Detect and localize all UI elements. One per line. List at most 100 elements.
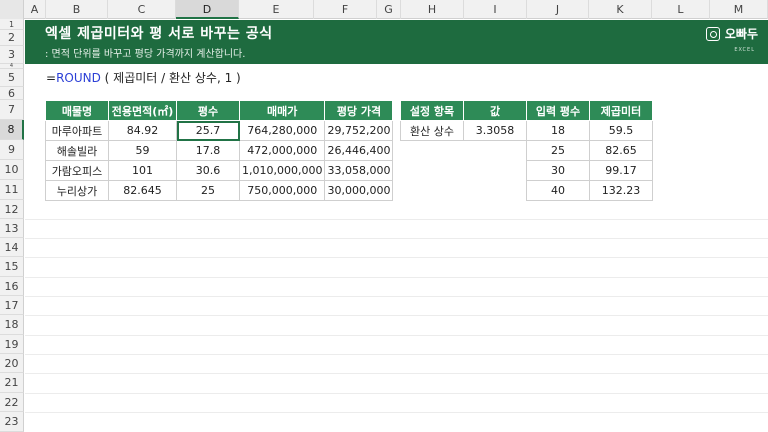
cell[interactable]: 25 bbox=[176, 180, 240, 201]
row-header-6[interactable]: 6 bbox=[0, 87, 24, 100]
header-property-name[interactable]: 매물명 bbox=[45, 100, 109, 121]
row-header-21[interactable]: 21 bbox=[0, 373, 24, 393]
cell[interactable]: 59 bbox=[108, 140, 177, 161]
header-price-per-pyeong[interactable]: 평당 가격 bbox=[324, 100, 394, 121]
row-header-1[interactable]: 1 bbox=[0, 19, 24, 30]
selected-cell[interactable]: 25.7 bbox=[176, 120, 240, 141]
cell[interactable]: 84.92 bbox=[108, 120, 177, 141]
formula-text[interactable]: =ROUND ( 제곱미터 / 환산 상수, 1 ) bbox=[46, 69, 241, 86]
formula-function: ROUND bbox=[56, 71, 101, 85]
column-header-h[interactable]: H bbox=[401, 0, 464, 19]
row-header-14[interactable]: 14 bbox=[0, 238, 24, 257]
header-price[interactable]: 매매가 bbox=[238, 100, 326, 121]
cell[interactable]: 누리상가 bbox=[45, 180, 109, 201]
row-header-11[interactable]: 11 bbox=[0, 180, 24, 200]
row-header-12[interactable]: 12 bbox=[0, 200, 24, 219]
cell[interactable]: 33,058,000 bbox=[324, 160, 394, 181]
cell[interactable]: 99.17 bbox=[589, 160, 653, 181]
header-value[interactable]: 값 bbox=[463, 100, 527, 121]
cell[interactable]: 26,446,400 bbox=[324, 140, 394, 161]
cell[interactable]: 30,000,000 bbox=[324, 180, 394, 201]
cell[interactable]: 환산 상수 bbox=[400, 120, 464, 141]
spreadsheet: A B C D E F G H I J K L M 1 2 3 4 5 6 7 … bbox=[0, 0, 768, 432]
row-header-20[interactable]: 20 bbox=[0, 354, 24, 373]
row-header-2[interactable]: 2 bbox=[0, 30, 24, 46]
cell[interactable]: 29,752,200 bbox=[324, 120, 394, 141]
cell[interactable]: 101 bbox=[108, 160, 177, 181]
column-header-j[interactable]: J bbox=[527, 0, 589, 19]
row-header-10[interactable]: 10 bbox=[0, 160, 24, 180]
cell[interactable]: 750,000,000 bbox=[238, 180, 326, 201]
table-row: 환산 상수 3.3058 bbox=[400, 120, 527, 141]
logo-subtext: EXCEL bbox=[734, 47, 755, 53]
table-row: 마루아파트 84.92 25.7 764,280,000 29,752,200 bbox=[45, 120, 394, 141]
table-row: 30 99.17 bbox=[526, 160, 653, 181]
gridline bbox=[25, 315, 768, 316]
column-header-e[interactable]: E bbox=[239, 0, 314, 19]
table-header-row: 입력 평수 제곱미터 bbox=[526, 100, 653, 121]
column-header-i[interactable]: I bbox=[464, 0, 527, 19]
row-header-19[interactable]: 19 bbox=[0, 335, 24, 354]
title-banner: 엑셀 제곱미터와 평 서로 바꾸는 공식 : 면적 단위를 바꾸고 평당 가격까… bbox=[25, 20, 768, 64]
row-header-18[interactable]: 18 bbox=[0, 315, 24, 335]
cell[interactable]: 해솔빌라 bbox=[45, 140, 109, 161]
cell[interactable]: 30.6 bbox=[176, 160, 240, 181]
row-header-16[interactable]: 16 bbox=[0, 277, 24, 296]
column-header-d[interactable]: D bbox=[176, 0, 239, 19]
row-header-22[interactable]: 22 bbox=[0, 393, 24, 412]
column-header-g[interactable]: G bbox=[377, 0, 401, 19]
gridline bbox=[25, 296, 768, 297]
cell[interactable]: 18 bbox=[526, 120, 590, 141]
cell[interactable]: 472,000,000 bbox=[238, 140, 326, 161]
cell[interactable]: 17.8 bbox=[176, 140, 240, 161]
header-setting-item[interactable]: 설정 항목 bbox=[400, 100, 464, 121]
cell[interactable]: 마루아파트 bbox=[45, 120, 109, 141]
gridline bbox=[25, 354, 768, 355]
gridline bbox=[25, 373, 768, 374]
column-header-b[interactable]: B bbox=[46, 0, 108, 19]
header-area[interactable]: 전용면적(㎡) bbox=[108, 100, 177, 121]
row-header-23[interactable]: 23 bbox=[0, 412, 24, 432]
cell[interactable]: 가람오피스 bbox=[45, 160, 109, 181]
table-row: 해솔빌라 59 17.8 472,000,000 26,446,400 bbox=[45, 140, 394, 161]
row-header-13[interactable]: 13 bbox=[0, 219, 24, 238]
column-header-k[interactable]: K bbox=[589, 0, 652, 19]
cell[interactable]: 1,010,000,000 bbox=[238, 160, 326, 181]
column-header-a[interactable]: A bbox=[24, 0, 46, 19]
property-table: 매물명 전용면적(㎡) 평수 매매가 평당 가격 마루아파트 84.92 25.… bbox=[45, 100, 394, 201]
header-pyeong[interactable]: 평수 bbox=[176, 100, 240, 121]
row-header-7[interactable]: 7 bbox=[0, 100, 24, 120]
row-header-9[interactable]: 9 bbox=[0, 140, 24, 160]
column-header-f[interactable]: F bbox=[314, 0, 377, 19]
column-header-c[interactable]: C bbox=[108, 0, 176, 19]
select-all-corner[interactable] bbox=[0, 0, 24, 19]
row-header-15[interactable]: 15 bbox=[0, 257, 24, 277]
table-row: 25 82.65 bbox=[526, 140, 653, 161]
column-header-m[interactable]: M bbox=[710, 0, 768, 19]
gridline bbox=[25, 412, 768, 413]
cell[interactable]: 59.5 bbox=[589, 120, 653, 141]
gridline bbox=[25, 219, 768, 220]
column-header-bar: A B C D E F G H I J K L M bbox=[0, 0, 768, 19]
row-header-17[interactable]: 17 bbox=[0, 296, 24, 315]
table-row: 18 59.5 bbox=[526, 120, 653, 141]
cell[interactable]: 82.65 bbox=[589, 140, 653, 161]
conversion-table: 입력 평수 제곱미터 18 59.5 25 82.65 30 99.17 40 … bbox=[526, 100, 653, 201]
table-row: 가람오피스 101 30.6 1,010,000,000 33,058,000 bbox=[45, 160, 394, 181]
cell[interactable]: 132.23 bbox=[589, 180, 653, 201]
column-header-l[interactable]: L bbox=[652, 0, 710, 19]
settings-table: 설정 항목 값 환산 상수 3.3058 bbox=[400, 100, 527, 141]
cell[interactable]: 30 bbox=[526, 160, 590, 181]
header-input-pyeong[interactable]: 입력 평수 bbox=[526, 100, 590, 121]
cell[interactable]: 40 bbox=[526, 180, 590, 201]
cell[interactable]: 82.645 bbox=[108, 180, 177, 201]
cell[interactable]: 3.3058 bbox=[463, 120, 527, 141]
header-square-meter[interactable]: 제곱미터 bbox=[589, 100, 653, 121]
cell[interactable]: 25 bbox=[526, 140, 590, 161]
row-header-8[interactable]: 8 bbox=[0, 120, 24, 140]
table-row: 누리상가 82.645 25 750,000,000 30,000,000 bbox=[45, 180, 394, 201]
row-header-5[interactable]: 5 bbox=[0, 69, 24, 87]
logo-icon bbox=[705, 26, 720, 41]
cell[interactable]: 764,280,000 bbox=[238, 120, 326, 141]
row-header-3[interactable]: 3 bbox=[0, 46, 24, 64]
